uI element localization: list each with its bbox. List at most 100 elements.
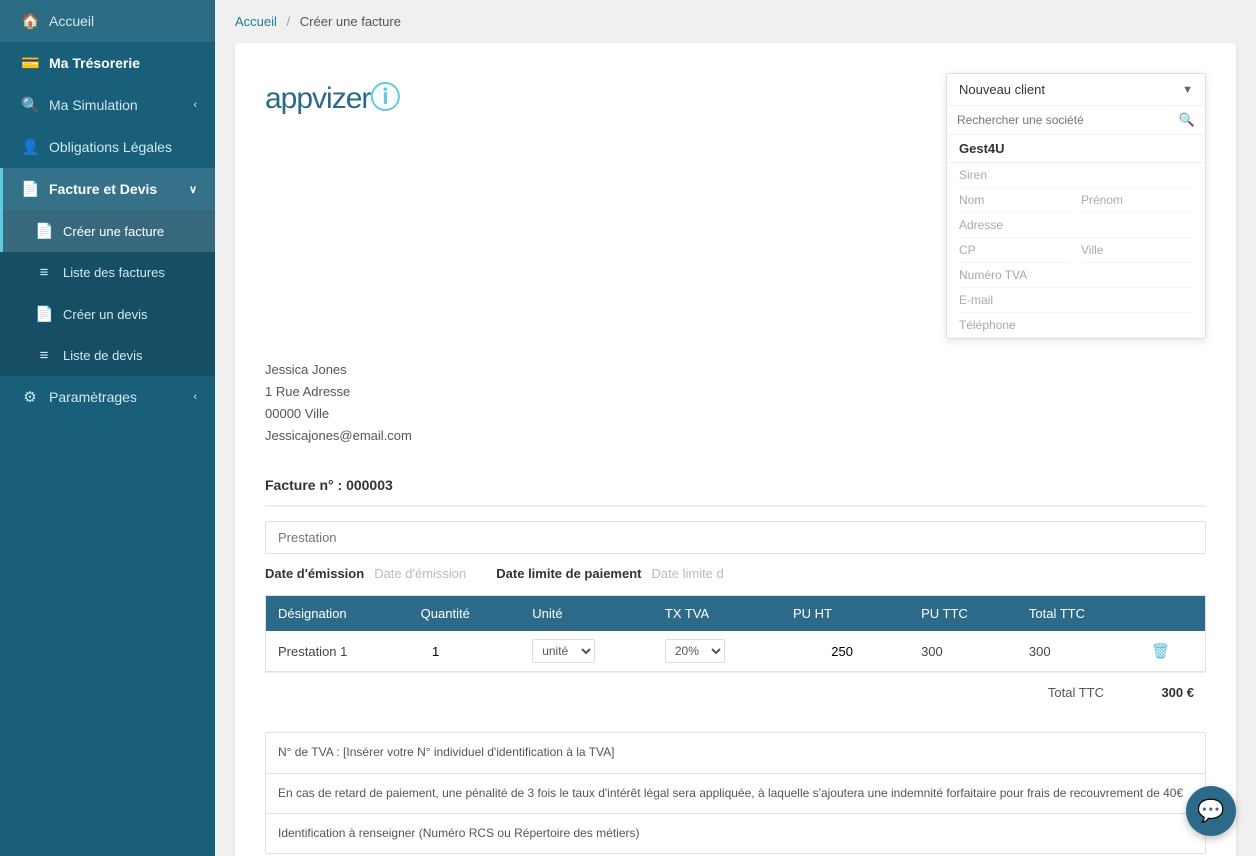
- sidebar-item-label: Paramètrages: [49, 389, 137, 405]
- row-total-ttc: 300: [1017, 631, 1139, 672]
- date-limite-field: Date limite de paiement Date limite d: [496, 566, 723, 581]
- row-pu-ttc: 300: [909, 631, 1017, 672]
- row-designation[interactable]: Prestation 1: [266, 631, 409, 672]
- client-adresse-field[interactable]: Adresse: [959, 213, 1193, 238]
- row-unite[interactable]: unité heure jour: [520, 631, 653, 672]
- user-icon: 👤: [21, 138, 39, 156]
- sidebar-item-label: Liste des factures: [63, 265, 165, 280]
- col-unite: Unité: [520, 596, 653, 632]
- client-prenom-field[interactable]: Prénom: [1081, 188, 1193, 213]
- total-label: Total TTC: [1048, 685, 1104, 700]
- client-email-field[interactable]: E-mail: [959, 288, 1193, 313]
- invoice-number: Facture n° : 000003: [265, 477, 1206, 507]
- home-icon: 🏠: [21, 12, 39, 30]
- sidebar-item-label: Ma Simulation: [49, 97, 138, 113]
- col-quantite: Quantité: [409, 596, 521, 632]
- invoice-number-value: 000003: [346, 477, 393, 493]
- document-icon: 📄: [35, 222, 53, 240]
- client-tva-field[interactable]: Numéro TVA: [959, 263, 1193, 288]
- date-emission-input[interactable]: Date d'émission: [374, 566, 466, 581]
- invoice-number-label: Facture n° :: [265, 477, 342, 493]
- col-designation: Désignation: [266, 596, 409, 632]
- date-limite-input[interactable]: Date limite d: [652, 566, 724, 581]
- client-form: Siren Nom Prénom Adresse CP Ville Numéro…: [947, 163, 1205, 338]
- sidebar-item-accueil[interactable]: 🏠 Accueil: [0, 0, 215, 42]
- prestation-field[interactable]: [265, 521, 1206, 554]
- client-cp-field[interactable]: CP: [959, 238, 1071, 263]
- search-icon: 🔍: [1179, 112, 1195, 128]
- sidebar-item-simulation[interactable]: 🔍 Ma Simulation ‹: [0, 84, 215, 126]
- col-pu-ht: PU HT: [781, 596, 909, 632]
- pu-ht-input[interactable]: [793, 644, 853, 659]
- legal-tva-text[interactable]: N° de TVA : [Insérer votre N° individuel…: [266, 733, 1205, 773]
- tva-select[interactable]: 20% 10% 5.5% 0%: [665, 639, 725, 663]
- sender-address2: 00000 Ville: [265, 403, 1206, 425]
- date-emission-label: Date d'émission: [265, 566, 364, 581]
- sidebar-item-label: Accueil: [49, 13, 94, 29]
- client-dropdown[interactable]: Nouveau client ▼: [947, 74, 1205, 106]
- row-tx-tva[interactable]: 20% 10% 5.5% 0%: [653, 631, 781, 672]
- list-icon: ≡: [35, 347, 53, 364]
- sender-name: Jessica Jones: [265, 359, 1206, 381]
- sidebar-item-label: Obligations Légales: [49, 139, 172, 155]
- document-icon: 📄: [21, 180, 39, 198]
- client-dropdown-label: Nouveau client: [959, 82, 1045, 97]
- sidebar-item-label: Facture et Devis: [49, 181, 157, 197]
- legal-penalite-text[interactable]: En cas de retard de paiement, une pénali…: [266, 774, 1205, 814]
- sidebar-item-creer-devis[interactable]: 📄 Créer un devis: [0, 293, 215, 335]
- list-icon: ≡: [35, 264, 53, 281]
- sidebar-item-tresorerie[interactable]: 💳 Ma Trésorerie: [0, 42, 215, 84]
- logo: appvizerⓘ: [265, 73, 399, 117]
- sidebar-item-label: Créer un devis: [63, 307, 148, 322]
- row-delete[interactable]: 🗑: [1139, 631, 1205, 672]
- invoice-card: appvizerⓘ Nouveau client ▼ 🔍 Gest4U Sire…: [235, 43, 1236, 856]
- sidebar-item-obligations[interactable]: 👤 Obligations Légales: [0, 126, 215, 168]
- chat-icon: 💬: [1197, 798, 1224, 824]
- sidebar-item-label: Ma Trésorerie: [49, 55, 140, 71]
- sidebar-item-liste-factures[interactable]: ≡ Liste des factures: [0, 252, 215, 293]
- client-company-name: Gest4U: [947, 135, 1205, 163]
- client-siren-field[interactable]: Siren: [959, 163, 1193, 188]
- table-row: Prestation 1 unité heure jour 20%: [266, 631, 1206, 672]
- search-icon: 🔍: [21, 96, 39, 114]
- chevron-icon: ‹: [193, 99, 197, 111]
- sidebar-item-parametrages[interactable]: ⚙ Paramètrages ‹: [0, 376, 215, 418]
- breadcrumb-separator: /: [287, 14, 291, 29]
- sidebar-item-facture[interactable]: 📄 Facture et Devis ∨: [0, 168, 215, 210]
- row-quantite[interactable]: [409, 631, 521, 672]
- client-nom-field[interactable]: Nom: [959, 188, 1071, 213]
- document-icon: 📄: [35, 305, 53, 323]
- col-total-ttc: Total TTC: [1017, 596, 1139, 632]
- sidebar-item-label: Liste de devis: [63, 348, 143, 363]
- breadcrumb-home-link[interactable]: Accueil: [235, 14, 277, 29]
- legal-section: N° de TVA : [Insérer votre N° individuel…: [265, 732, 1206, 854]
- client-search-input[interactable]: [957, 113, 1179, 127]
- total-row: Total TTC 300 €: [265, 672, 1206, 712]
- main-content: Accueil / Créer une facture appvizerⓘ No…: [215, 0, 1256, 856]
- client-ville-field[interactable]: Ville: [1081, 238, 1193, 263]
- sidebar-item-liste-devis[interactable]: ≡ Liste de devis: [0, 335, 215, 376]
- date-emission-field: Date d'émission Date d'émission: [265, 566, 466, 581]
- sidebar-item-creer-facture[interactable]: 📄 Créer une facture: [0, 210, 215, 252]
- unite-select[interactable]: unité heure jour: [532, 639, 595, 663]
- invoice-table: Désignation Quantité Unité TX TVA PU HT …: [265, 595, 1206, 672]
- delete-row-icon[interactable]: 🗑: [1151, 643, 1170, 660]
- sender-info: Jessica Jones 1 Rue Adresse 00000 Ville …: [265, 359, 1206, 447]
- dates-row: Date d'émission Date d'émission Date lim…: [265, 566, 1206, 581]
- dropdown-arrow-icon: ▼: [1182, 84, 1193, 96]
- col-actions: [1139, 596, 1205, 632]
- sender-email: Jessicajones@email.com: [265, 425, 1206, 447]
- chevron-down-icon: ∨: [189, 183, 197, 196]
- row-pu-ht[interactable]: [781, 631, 909, 672]
- chat-button[interactable]: 💬: [1186, 786, 1236, 836]
- quantity-input[interactable]: [421, 644, 451, 659]
- legal-identification-text[interactable]: Identification à renseigner (Numéro RCS …: [266, 814, 1205, 853]
- sidebar-item-label: Créer une facture: [63, 224, 164, 239]
- client-search-row: 🔍: [947, 106, 1205, 135]
- client-nom-prenom-row: Nom Prénom: [959, 188, 1193, 213]
- gear-icon: ⚙: [21, 388, 39, 406]
- logo-area: appvizerⓘ: [265, 73, 399, 339]
- prestation-input[interactable]: [266, 522, 1205, 553]
- client-telephone-field[interactable]: Téléphone: [959, 313, 1193, 338]
- sender-address1: 1 Rue Adresse: [265, 381, 1206, 403]
